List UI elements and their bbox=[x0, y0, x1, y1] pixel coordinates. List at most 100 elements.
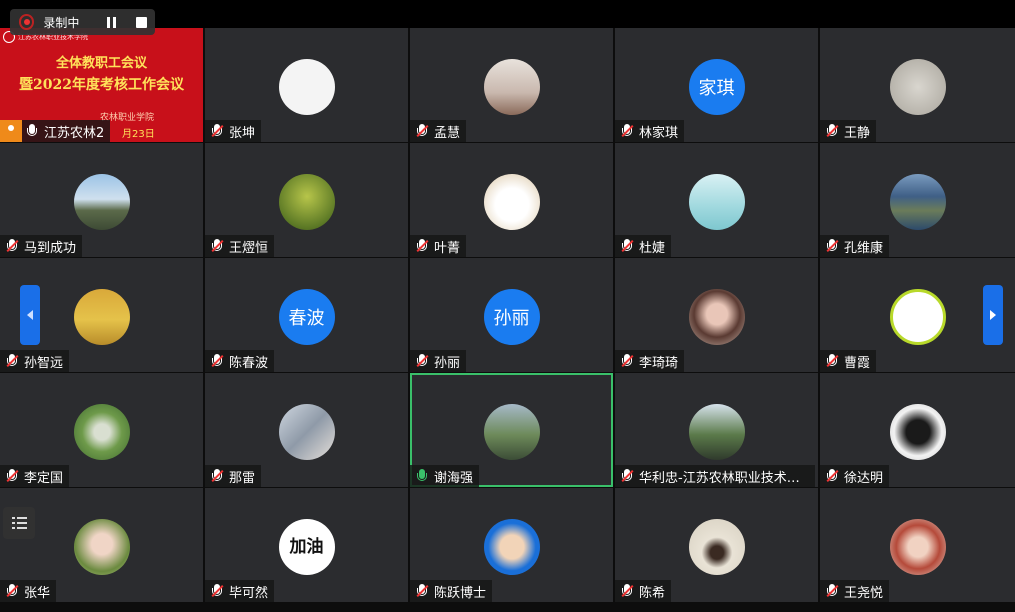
avatar-image bbox=[889, 519, 946, 575]
participant-tile[interactable]: 那雷 bbox=[205, 373, 408, 487]
participant-namebar: 王尧悦 bbox=[820, 580, 890, 602]
avatar-image bbox=[889, 174, 946, 230]
avatar-image bbox=[483, 59, 540, 115]
mic-muted-icon bbox=[619, 580, 635, 602]
mic-muted-icon bbox=[209, 580, 225, 602]
participant-tile[interactable]: 华利忠-江苏农林职业技术学... bbox=[615, 373, 818, 487]
participant-namebar: 马到成功 bbox=[0, 235, 83, 257]
participant-name: 毕可然 bbox=[229, 585, 269, 601]
avatar-image bbox=[889, 59, 946, 115]
participant-tile[interactable]: 张坤 bbox=[205, 28, 408, 142]
mic-muted-icon bbox=[209, 120, 225, 142]
mic-muted-icon bbox=[824, 465, 840, 487]
screen-share-tile[interactable]: 江苏农林职业技术学院 全体教职工会议 暨2022年度考核工作会议 农林职业学院 … bbox=[0, 28, 203, 142]
participant-name: 王熤恒 bbox=[229, 240, 269, 256]
participant-namebar: 华利忠-江苏农林职业技术学... bbox=[615, 465, 815, 487]
participant-tile[interactable]: 春波 陈春波 bbox=[205, 258, 408, 372]
avatar-image bbox=[688, 519, 745, 575]
prev-page-button[interactable] bbox=[20, 285, 40, 345]
share-date: 月23日 bbox=[122, 129, 155, 140]
participant-tile[interactable]: 杜婕 bbox=[615, 143, 818, 257]
avatar-image bbox=[889, 289, 946, 345]
chevron-left-icon bbox=[27, 310, 33, 320]
avatar-image bbox=[688, 404, 745, 460]
mic-muted-icon bbox=[209, 350, 225, 372]
avatar-initials: 加油 bbox=[278, 519, 335, 575]
mic-icon bbox=[24, 120, 40, 142]
avatar-image bbox=[688, 174, 745, 230]
participant-tile[interactable]: 孙丽 孙丽 bbox=[410, 258, 613, 372]
mic-muted-icon bbox=[414, 235, 430, 257]
stop-recording-button[interactable] bbox=[128, 11, 155, 33]
participant-namebar: 孔维康 bbox=[820, 235, 890, 257]
mic-muted-icon bbox=[4, 465, 20, 487]
mic-muted-icon bbox=[824, 580, 840, 602]
participant-name: 杜婕 bbox=[639, 240, 666, 256]
participant-tile[interactable]: 陈希 bbox=[615, 488, 818, 602]
participant-name: 谢海强 bbox=[434, 470, 474, 486]
mic-muted-icon bbox=[619, 120, 635, 142]
participant-tile[interactable]: 王静 bbox=[820, 28, 1015, 142]
participant-namebar: 杜婕 bbox=[615, 235, 672, 257]
participant-namebar: 那雷 bbox=[205, 465, 262, 487]
share-subtitle: 暨2022年度考核工作会议 bbox=[19, 77, 184, 93]
participant-namebar: 毕可然 bbox=[205, 580, 275, 602]
participant-tile[interactable]: 张华 bbox=[0, 488, 203, 602]
participant-name: 华利忠-江苏农林职业技术学... bbox=[639, 470, 809, 486]
participant-name: 陈希 bbox=[639, 585, 666, 601]
participant-namebar: 徐达明 bbox=[820, 465, 890, 487]
recording-status: 录制中 bbox=[43, 15, 80, 30]
mic-muted-icon bbox=[619, 465, 635, 487]
participant-tile[interactable]: 李琦琦 bbox=[615, 258, 818, 372]
next-page-button[interactable] bbox=[983, 285, 1003, 345]
participant-name: 徐达明 bbox=[844, 470, 884, 486]
participant-namebar: 曹霞 bbox=[820, 350, 877, 372]
participant-tile[interactable]: 孔维康 bbox=[820, 143, 1015, 257]
participant-name: 陈春波 bbox=[229, 355, 269, 371]
mic-muted-icon bbox=[414, 350, 430, 372]
participant-tile[interactable]: 王熤恒 bbox=[205, 143, 408, 257]
participant-name: 曹霞 bbox=[844, 355, 871, 371]
participant-name: 孙丽 bbox=[434, 355, 461, 371]
share-title: 全体教职工会议 bbox=[55, 56, 147, 71]
participant-namebar: 陈春波 bbox=[205, 350, 275, 372]
avatar-image bbox=[278, 404, 335, 460]
avatar-image bbox=[483, 519, 540, 575]
participant-tile[interactable]: 马到成功 bbox=[0, 143, 203, 257]
participant-list-button[interactable] bbox=[3, 507, 35, 539]
participant-namebar: 李琦琦 bbox=[615, 350, 685, 372]
participant-tile[interactable]: 陈跃博士 bbox=[410, 488, 613, 602]
mic-muted-icon bbox=[619, 235, 635, 257]
avatar-image bbox=[278, 174, 335, 230]
participant-name: 陈跃博士 bbox=[434, 585, 487, 601]
participant-namebar: 李定国 bbox=[0, 465, 70, 487]
mic-on-icon bbox=[414, 465, 430, 487]
mic-muted-icon bbox=[824, 120, 840, 142]
participant-tile[interactable]: 李定国 bbox=[0, 373, 203, 487]
participant-name: 孔维康 bbox=[844, 240, 884, 256]
participant-namebar: 张坤 bbox=[205, 120, 262, 142]
participant-tile[interactable]: 孟慧 bbox=[410, 28, 613, 142]
avatar-image bbox=[688, 289, 745, 345]
avatar-initials: 春波 bbox=[278, 289, 335, 345]
participant-name: 李定国 bbox=[24, 470, 64, 486]
participant-tile[interactable]: 谢海强 bbox=[410, 373, 613, 487]
mic-muted-icon bbox=[824, 350, 840, 372]
avatar-initials: 孙丽 bbox=[483, 289, 540, 345]
participant-namebar: 王静 bbox=[820, 120, 877, 142]
mic-muted-icon bbox=[4, 350, 20, 372]
participant-name: 林家琪 bbox=[639, 125, 679, 141]
participant-name: 王静 bbox=[844, 125, 871, 141]
participant-namebar: 张华 bbox=[0, 580, 57, 602]
presenter-namebar: 江苏农林2 bbox=[0, 120, 111, 142]
participant-tile[interactable]: 叶菁 bbox=[410, 143, 613, 257]
mic-muted-icon bbox=[619, 350, 635, 372]
participant-tile[interactable]: 家琪 林家琪 bbox=[615, 28, 818, 142]
mic-muted-icon bbox=[4, 580, 20, 602]
participant-tile[interactable]: 加油 毕可然 bbox=[205, 488, 408, 602]
participant-tile[interactable]: 徐达明 bbox=[820, 373, 1015, 487]
avatar-image bbox=[73, 519, 130, 575]
pause-recording-button[interactable] bbox=[98, 11, 125, 33]
participant-tile[interactable]: 王尧悦 bbox=[820, 488, 1015, 602]
participant-namebar: 孙丽 bbox=[410, 350, 467, 372]
